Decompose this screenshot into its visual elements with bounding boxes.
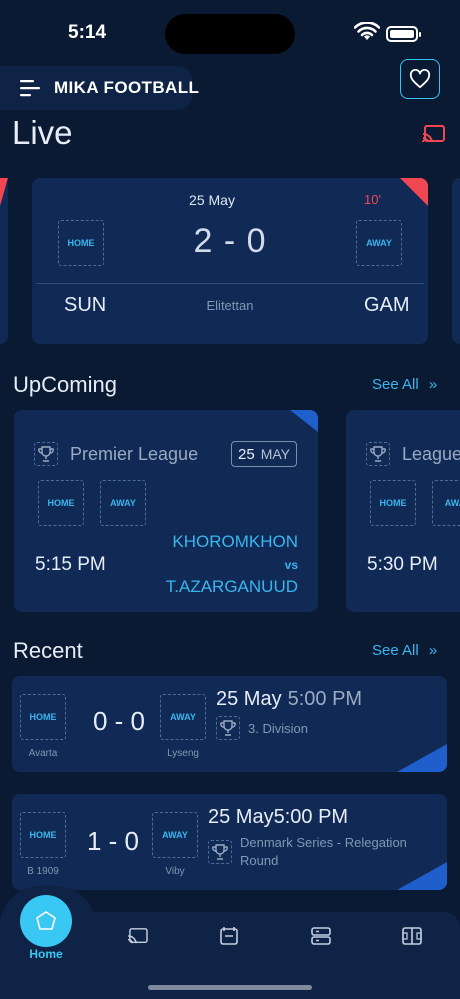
away-team-logo: AWAY [100,480,146,526]
away-team-logo: AWAY [152,812,198,858]
match-score: 0 - 0 [92,706,146,736]
match-score: 1 - 0 [86,826,140,856]
trophy-icon [34,442,58,466]
home-team-name: B 1909 [27,866,59,877]
live-match-score: 2 - 0 [193,222,267,260]
see-all-label: See All [372,376,419,393]
away-team-name: GAM [364,294,410,316]
away-team-logo: AWAY [160,694,206,740]
recent-match-card[interactable]: HOME B 1909 1 - 0 AWAY Viby 25 May5:00 P… [12,794,447,890]
match-time: 5:15 PM [35,554,106,575]
match-month: MAY [260,446,290,462]
chevron-right-icon: » [428,642,438,659]
away-team-name: Viby [165,866,185,877]
upcoming-match-card[interactable]: League HOME AWA 5:30 PM [346,410,460,612]
status-bar: 5:14 [0,0,460,60]
match-date: 25 May [216,688,282,710]
tab-home[interactable] [20,895,72,947]
match-time: 5:30 PM [367,554,438,575]
tab-home-label[interactable]: Home [0,947,92,961]
news-icon [220,927,238,945]
trophy-icon [216,716,240,740]
home-team-name: KHOROMKHON [172,532,298,551]
upcoming-section-title: UpComing [13,372,117,397]
divider [36,283,424,284]
home-team-logo: HOME [38,480,84,526]
away-team-logo: AWA [432,480,460,526]
field-icon [402,927,422,945]
home-icon [36,911,56,930]
cast-icon [127,928,148,944]
league-name: Denmark Series - Relegation Round [240,835,407,868]
home-team-logo: HOME [370,480,416,526]
heart-icon [409,69,431,89]
chevron-right-icon: » [428,376,438,393]
match-time: 5:00 PM [287,688,363,710]
upcoming-see-all-link[interactable]: See All » [372,376,437,393]
match-day: 25 [238,445,255,463]
league-name: 3. Division [248,721,308,736]
upcoming-match-card[interactable]: Premier League 25 MAY HOME AWAY 5:15 PM … [14,410,318,612]
live-match-date: 25 May [189,192,235,208]
favorites-button[interactable] [400,59,440,99]
standings-icon [311,927,331,945]
tab-live[interactable] [127,925,149,947]
cast-icon[interactable] [422,124,446,144]
live-match-minute: 10' [364,192,381,207]
match-datetime: 25 May5:00 PM [216,688,362,711]
home-team-logo: HOME [20,812,66,858]
match-datetime: 25 May5:00 PM [208,806,348,829]
battery-icon [386,26,421,42]
live-card-next[interactable] [452,178,460,344]
match-time: 5:00 PM [273,806,349,828]
match-date: 25 May [208,806,274,828]
trophy-icon [366,442,390,466]
away-team-name: T.AZARGANUUD [165,577,298,596]
home-indicator[interactable] [148,985,312,990]
recent-section-title: Recent [13,638,83,663]
live-match-card[interactable]: 25 May 10' HOME AWAY 2 - 0 SUN Elitettan… [32,178,428,344]
live-card-prev[interactable] [0,178,8,344]
vs-label: vs [284,558,298,572]
card-corner-accent [397,744,447,772]
recent-see-all-link[interactable]: See All » [372,642,437,659]
home-team-logo: HOME [20,694,66,740]
league-name: League [402,444,460,464]
tab-news[interactable] [218,925,240,947]
recent-match-card[interactable]: HOME Avarta 0 - 0 AWAY Lyseng 25 May 5:00… [12,676,447,772]
menu-icon[interactable] [20,79,40,97]
live-section-title: Live [12,114,73,151]
league-name: Premier League [70,444,199,464]
card-corner-accent [290,410,318,432]
status-time: 5:14 [68,22,107,43]
match-date-badge: 25 MAY [231,441,297,467]
wifi-icon [354,22,380,40]
app-title: MIKA FOOTBALL [54,78,200,97]
tab-standings[interactable] [310,925,332,947]
see-all-label: See All [372,642,419,659]
dynamic-island [165,14,295,54]
away-team-name: Lyseng [167,748,199,759]
live-indicator [400,178,428,206]
home-team-name: Avarta [28,748,58,759]
tab-field[interactable] [401,925,423,947]
trophy-icon [208,840,232,864]
